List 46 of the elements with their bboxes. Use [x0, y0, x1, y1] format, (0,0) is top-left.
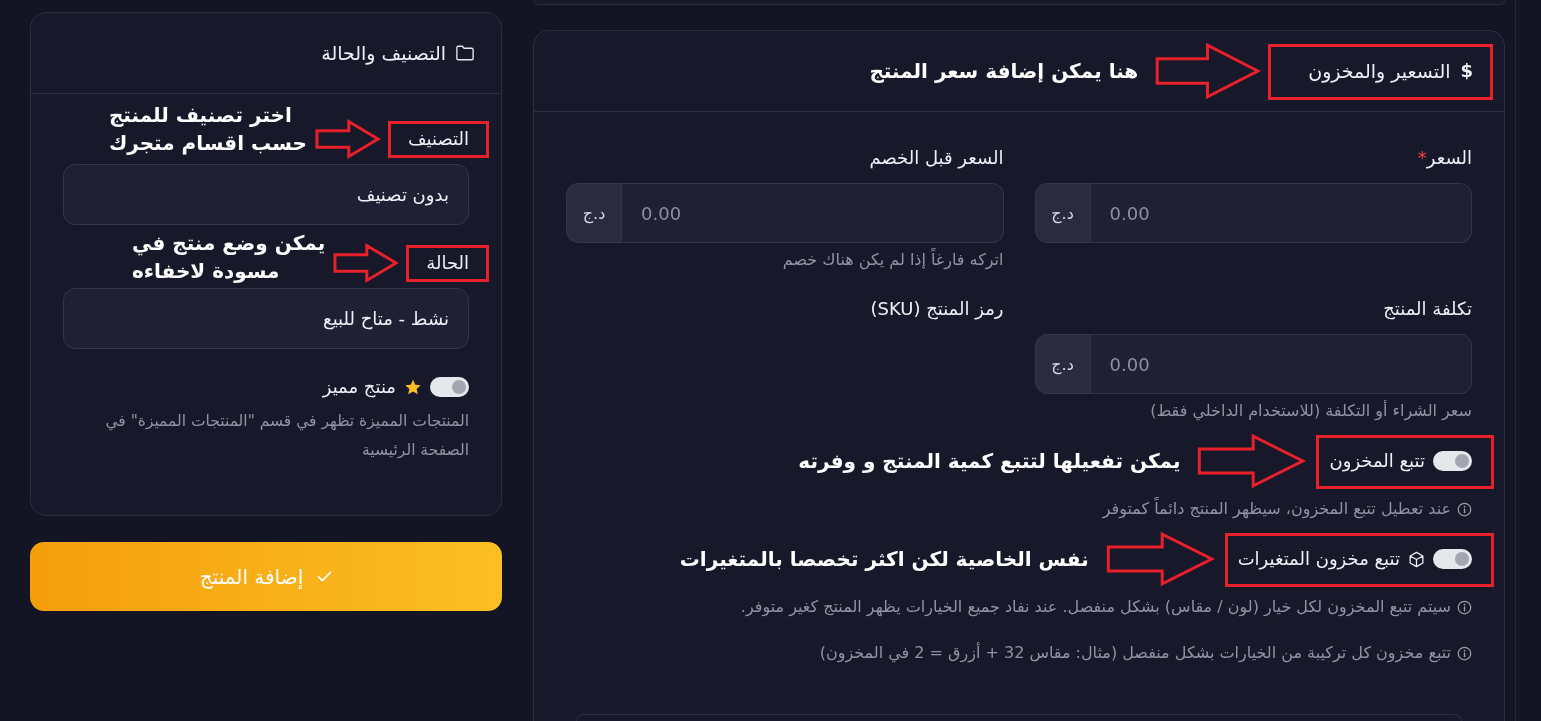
arrow-icon: [333, 244, 399, 282]
info-icon: [1457, 645, 1472, 661]
field-label: السعر قبل الخصم: [868, 146, 1004, 170]
help-text: المنتجات المميزة تظهر في قسم "المنتجات المميزة" في الصفحة الرئيسية: [104, 411, 469, 461]
price-input[interactable]: 0.00: [1090, 334, 1472, 394]
currency-addon: د.ج: [566, 183, 622, 243]
card-title: التصنيف والحالة: [321, 41, 446, 65]
folder-icon: [456, 45, 474, 61]
help-text: سعر الشراء أو التكلفة (للاستخدام الداخلي فقط): [1149, 401, 1472, 421]
help-text: عند تعطيل تتبع المخزون، سيظهر المنتج دائماً كمتوفر: [1102, 499, 1451, 519]
currency-addon: د.ج: [1034, 334, 1091, 394]
toggle-switch[interactable]: [1433, 451, 1472, 471]
star-icon: [404, 378, 422, 396]
callout-text: اختر تصنيف للمنتج حسب اقسام متجرك: [108, 102, 307, 157]
field-label: رمز المنتج (SKU): [869, 297, 1004, 321]
arrow-icon: [1104, 532, 1215, 586]
price-input[interactable]: 0.00: [622, 183, 1004, 243]
select-field[interactable]: نشط - متاح للبيع: [63, 288, 469, 349]
callout-text: يمكن تفعيلها لتتبع كمية المنتج و وفرته: [798, 448, 1181, 475]
help-text: تتبع مخزون كل تركيبة من الخيارات بشكل منفصل (مثال: مقاس 32 + أزرق = 2 في المخزون): [819, 643, 1451, 663]
callout-text: نفس الخاصية لكن اكثر تخصصا بالمتغيرات: [679, 546, 1089, 573]
info-icon: [1457, 501, 1472, 517]
arrow-icon: [1196, 434, 1307, 488]
arrow-icon: [314, 120, 380, 158]
callout-text: هنا يمكن إضافة سعر المنتج: [869, 58, 1139, 85]
check-icon: [317, 571, 333, 582]
help-text: سيتم تتبع المخزون لكل خيار (لون / مقاس) بشكل منفصل. عند نفاد جميع الخيارات يظهر المنتج كغير متوفر.: [740, 597, 1451, 617]
help-text: اتركه فارغاً إذا لم يكن هناك خصم: [781, 250, 1004, 270]
field-label: الحالة: [426, 251, 469, 275]
info-icon: [1457, 599, 1472, 615]
arrow-icon: [1154, 43, 1262, 99]
toggle-switch[interactable]: [1433, 549, 1472, 569]
toggle-switch[interactable]: [430, 377, 469, 397]
currency-addon: د.ج: [1034, 183, 1091, 243]
field-label: السعر*: [1416, 146, 1472, 170]
price-input[interactable]: 0.00: [1090, 183, 1472, 243]
field-label: التصنيف: [407, 127, 469, 151]
field-label: تكلفة المنتج: [1382, 297, 1472, 321]
card-title: التسعير والمخزون: [1308, 59, 1451, 83]
select-field[interactable]: بدون تصنيف: [63, 164, 469, 225]
toggle-label: تتبع المخزون: [1329, 449, 1425, 473]
dollar-sign: $: [1460, 59, 1473, 83]
toggle-label: منتج مميز: [322, 375, 396, 399]
toggle-label: تتبع مخزون المتغيرات: [1237, 547, 1400, 571]
callout-text: يمكن وضع منتج في مسودة لاخفاءه: [131, 230, 326, 285]
cube-icon: [1408, 550, 1425, 568]
